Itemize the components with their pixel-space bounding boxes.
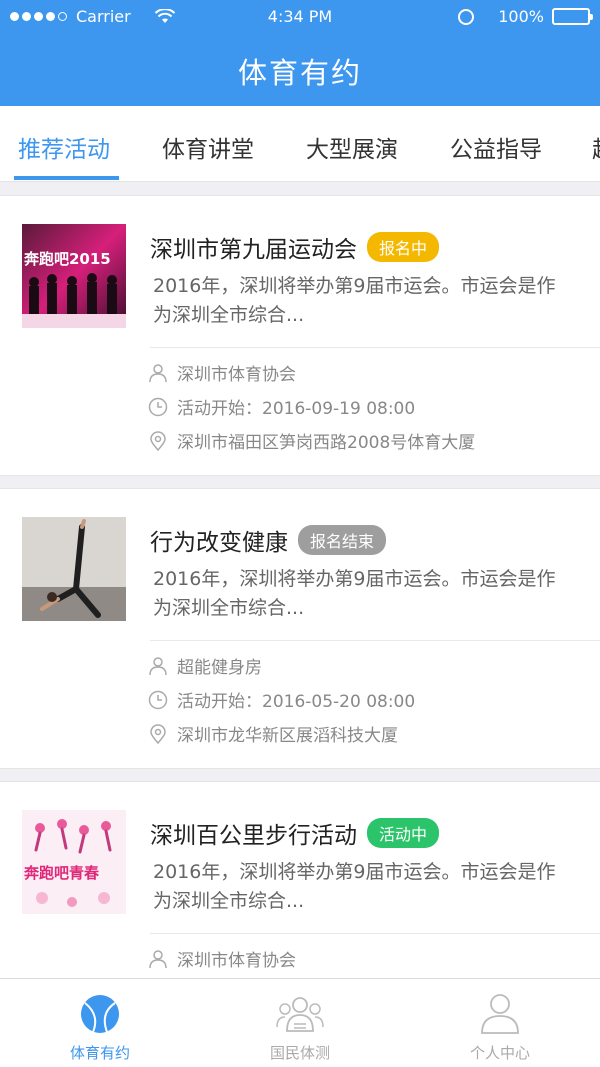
people-icon	[275, 991, 325, 1037]
clock-icon	[148, 397, 168, 417]
location-pin-icon	[148, 723, 168, 744]
person-icon	[148, 656, 168, 676]
tab-more[interactable]: 超	[592, 130, 600, 164]
location-row: 深圳市龙华新区展滔科技大厦	[148, 721, 398, 746]
activity-card[interactable]: 行为改变健康 报名结束 2016年，深圳将举办第9届市运会。市运会是作为深圳全市综…	[0, 488, 600, 769]
start-time: 活动开始：2016-05-20 08:00	[177, 692, 416, 712]
activity-description: 2016年，深圳将举办第9届市运会。市运会是作为深圳全市综合...	[153, 275, 556, 326]
svg-text:奔跑吧2015: 奔跑吧2015	[23, 250, 111, 268]
divider	[150, 640, 600, 641]
organizer-row: 深圳市体育协会	[148, 360, 296, 385]
organizer: 深圳市体育协会	[177, 951, 296, 971]
svg-text:奔跑吧青春: 奔跑吧青春	[23, 864, 99, 882]
battery-percent: 100%	[498, 7, 544, 26]
divider	[150, 933, 600, 934]
tabbar-sports-appointment[interactable]: 体育有约	[0, 979, 200, 1067]
ball-icon	[75, 991, 125, 1037]
activity-title: 深圳百公里步行活动 活动中	[150, 816, 440, 850]
status-bar: Carrier 4:34 PM 100%	[0, 0, 600, 34]
status-badge: 报名中	[367, 232, 440, 262]
divider	[150, 347, 600, 348]
tabbar-personal-center[interactable]: 个人中心	[400, 979, 600, 1067]
person-icon	[148, 363, 168, 383]
start-time: 活动开始：2016-09-19 08:00	[177, 399, 416, 419]
tab-public-guidance[interactable]: 公益指导	[450, 130, 542, 164]
status-badge: 活动中	[367, 818, 440, 848]
activity-title: 深圳市第九届运动会 报名中	[150, 230, 440, 264]
activity-thumbnail: 奔跑吧2015	[22, 224, 126, 328]
organizer: 超能健身房	[177, 658, 262, 678]
location: 深圳市福田区笋岗西路2008号体育大厦	[177, 433, 476, 453]
activity-description: 2016年，深圳将举办第9届市运会。市运会是作为深圳全市综合...	[153, 568, 556, 619]
status-badge: 报名结束	[298, 525, 387, 555]
clock-icon	[148, 690, 168, 710]
organizer: 深圳市体育协会	[177, 365, 296, 385]
time-row: 活动开始：2016-05-20 08:00	[148, 687, 415, 712]
time-row: 活动开始：2016-09-19 08:00	[148, 394, 415, 419]
tabbar-label: 国民体测	[269, 1044, 330, 1062]
activity-card[interactable]: 奔跑吧青春 深圳百公里步行活动 活动中 2016年，深圳将举办第9届市运会。市运会…	[0, 781, 600, 991]
person-icon	[475, 991, 525, 1037]
tabbar-label: 体育有约	[69, 1044, 130, 1062]
category-tabs: 推荐活动 体育讲堂 大型展演 公益指导 超	[0, 106, 600, 182]
tabbar-national-fitness-test[interactable]: 国民体测	[200, 979, 400, 1067]
activity-card[interactable]: 奔跑吧2015 深圳市第九届运动会 报名中 2016年，深圳将举办第9届市运会。市…	[0, 195, 600, 476]
organizer-row: 深圳市体育协会	[148, 946, 296, 971]
bottom-tab-bar: 体育有约 国民体测 个人中心	[0, 978, 600, 1067]
battery-icon	[552, 8, 593, 25]
location-pin-icon	[148, 430, 168, 451]
location: 深圳市龙华新区展滔科技大厦	[177, 726, 398, 746]
location-row: 深圳市福田区笋岗西路2008号体育大厦	[148, 428, 475, 453]
tabbar-label: 个人中心	[469, 1044, 530, 1062]
organizer-row: 超能健身房	[148, 653, 262, 678]
header: Carrier 4:34 PM 100% 体育有约	[0, 0, 600, 106]
tab-large-show[interactable]: 大型展演	[306, 130, 398, 164]
activity-title: 行为改变健康 报名结束	[150, 523, 387, 557]
page-title: 体育有约	[237, 56, 362, 90]
activity-thumbnail: 奔跑吧青春	[22, 810, 126, 914]
person-icon	[148, 949, 168, 969]
tab-recommended[interactable]: 推荐活动	[18, 130, 110, 164]
activity-thumbnail	[22, 517, 126, 621]
activity-description: 2016年，深圳将举办第9届市运会。市运会是作为深圳全市综合...	[153, 861, 556, 912]
tab-sports-lecture[interactable]: 体育讲堂	[162, 130, 254, 164]
rotation-lock-icon	[458, 8, 475, 25]
active-tab-indicator	[14, 176, 119, 180]
